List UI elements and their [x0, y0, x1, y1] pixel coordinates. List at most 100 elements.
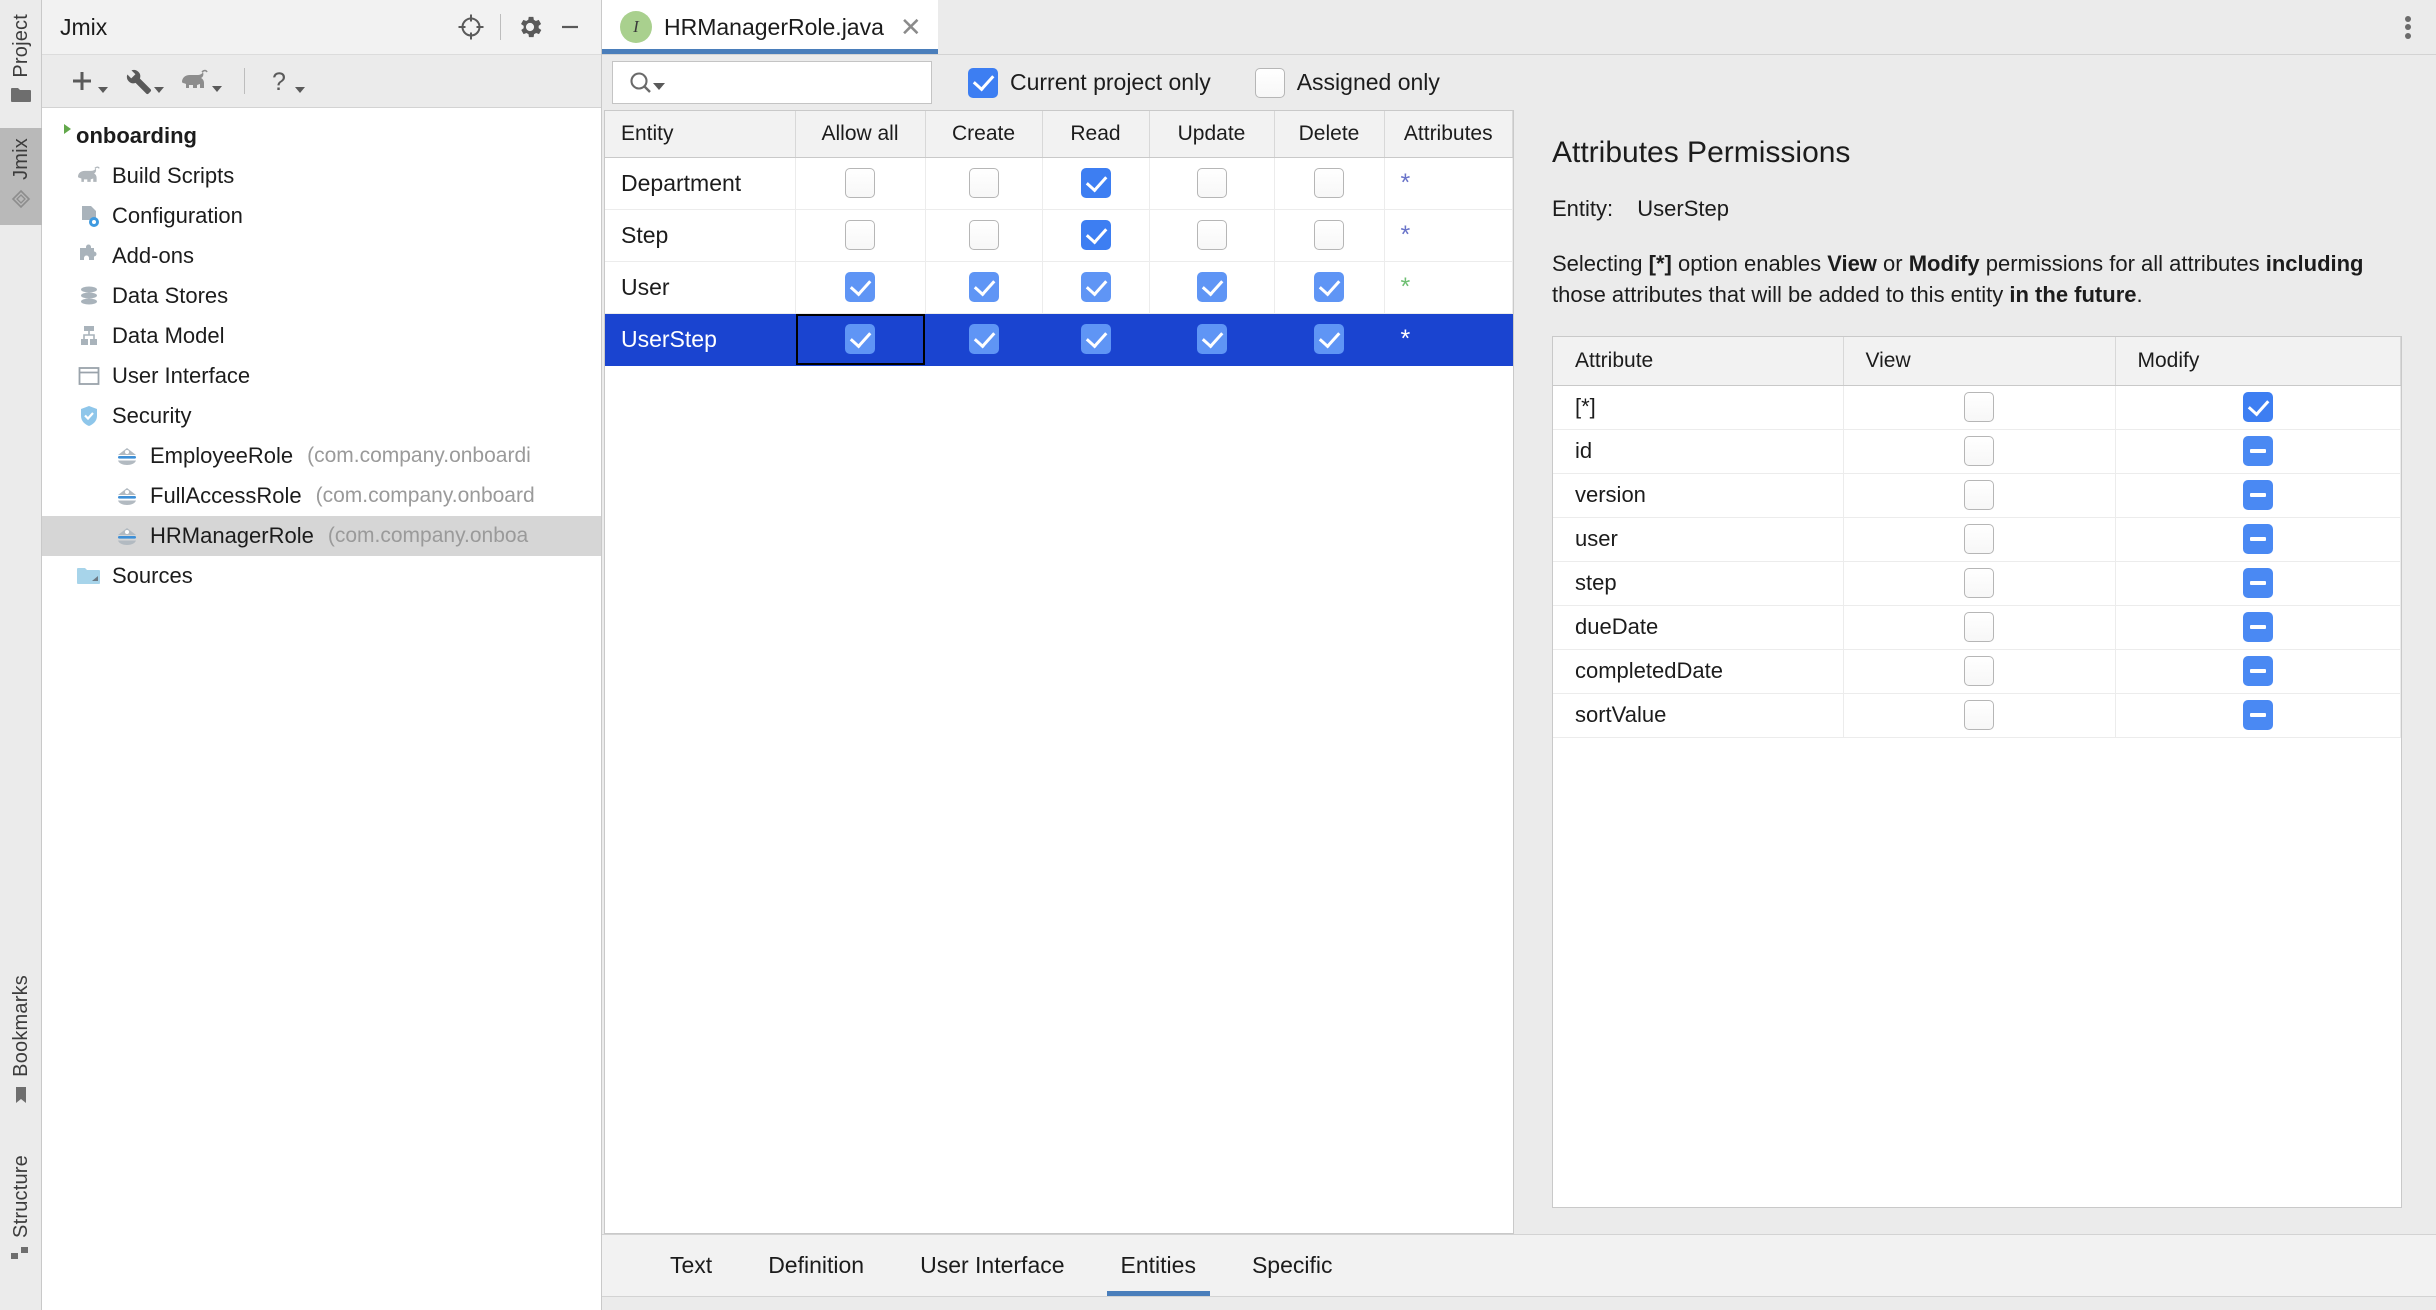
column-header-create[interactable]: Create: [925, 111, 1043, 158]
column-header-view[interactable]: View: [1843, 337, 2116, 386]
cell-read[interactable]: [1042, 209, 1150, 262]
list-item[interactable]: completedDate: [1553, 649, 2401, 694]
cell-attributes[interactable]: *: [1384, 209, 1513, 262]
list-item[interactable]: dueDate: [1553, 605, 2401, 650]
cell-modify[interactable]: [2115, 693, 2401, 738]
cell-modify[interactable]: [2115, 517, 2401, 562]
jmix-panel-title: Jmix: [60, 13, 108, 40]
cell-read[interactable]: [1042, 157, 1150, 210]
close-icon[interactable]: ✕: [900, 14, 922, 40]
cell-view[interactable]: [1843, 649, 2116, 694]
gradle-elephant-icon[interactable]: [174, 64, 228, 98]
cell-view[interactable]: [1843, 693, 2116, 738]
cell-update[interactable]: [1149, 157, 1275, 210]
cell-delete[interactable]: [1274, 209, 1385, 262]
cell-delete[interactable]: [1274, 157, 1385, 210]
column-header-attribute[interactable]: Attribute: [1553, 337, 1844, 386]
tree-item-data-stores[interactable]: Data Stores: [42, 276, 601, 316]
cell-create[interactable]: [925, 261, 1043, 314]
cell-delete[interactable]: [1274, 313, 1385, 366]
tool-tab-structure[interactable]: Structure: [0, 1145, 42, 1275]
cell-delete[interactable]: [1274, 261, 1385, 314]
cell-modify[interactable]: [2115, 429, 2401, 474]
tree-item-build-scripts[interactable]: Build Scripts: [42, 156, 601, 196]
list-item[interactable]: step: [1553, 561, 2401, 606]
cell-view[interactable]: [1843, 473, 2116, 518]
assigned-only-checkbox[interactable]: Assigned only: [1254, 67, 1440, 98]
cell-update[interactable]: [1149, 209, 1275, 262]
cell-allow-all[interactable]: [795, 209, 926, 262]
tree-item-full-access-role[interactable]: FullAccessRole (com.company.onboard: [42, 476, 601, 516]
cell-view[interactable]: [1843, 385, 2116, 430]
cell-modify[interactable]: [2115, 605, 2401, 650]
cell-update[interactable]: [1149, 261, 1275, 314]
cell-read[interactable]: [1042, 313, 1150, 366]
tree-item-add-ons[interactable]: Add-ons: [42, 236, 601, 276]
list-item[interactable]: [*]: [1553, 385, 2401, 430]
cell-attributes[interactable]: *: [1384, 313, 1513, 366]
tree-item-onboarding[interactable]: onboarding: [42, 116, 601, 156]
list-item[interactable]: user: [1553, 517, 2401, 562]
cell-modify[interactable]: [2115, 385, 2401, 430]
tool-tab-project[interactable]: Project: [0, 4, 42, 119]
column-header-attributes[interactable]: Attributes: [1384, 111, 1513, 158]
locate-target-icon[interactable]: [454, 10, 488, 44]
table-row[interactable]: Department *: [605, 157, 1513, 210]
tree-item-label: onboarding: [76, 123, 197, 148]
tab-user-interface[interactable]: User Interface: [892, 1235, 1092, 1296]
current-project-only-checkbox[interactable]: Current project only: [968, 67, 1211, 98]
tree-item-security[interactable]: Security: [42, 396, 601, 436]
cell-read[interactable]: [1042, 261, 1150, 314]
cell-allow-all[interactable]: [795, 157, 926, 210]
cell-modify[interactable]: [2115, 561, 2401, 606]
list-item[interactable]: sortValue: [1553, 693, 2401, 738]
wrench-icon[interactable]: [118, 63, 170, 99]
cell-attributes[interactable]: *: [1384, 157, 1513, 210]
cell-view[interactable]: [1843, 517, 2116, 562]
column-header-update[interactable]: Update: [1149, 111, 1275, 158]
list-item[interactable]: id: [1553, 429, 2401, 474]
cell-view[interactable]: [1843, 561, 2116, 606]
cell-create[interactable]: [925, 209, 1043, 262]
tree-item-sources[interactable]: Sources: [42, 556, 601, 596]
help-question-icon[interactable]: ?: [261, 63, 311, 99]
tab-entities[interactable]: Entities: [1093, 1235, 1224, 1296]
tool-tab-jmix[interactable]: Jmix: [0, 128, 42, 225]
tree-item-configuration[interactable]: Configuration: [42, 196, 601, 236]
column-header-modify[interactable]: Modify: [2115, 337, 2401, 386]
list-item[interactable]: version: [1553, 473, 2401, 518]
cell-create[interactable]: [925, 157, 1043, 210]
chevron-down-icon[interactable]: [653, 83, 665, 90]
tree-item-user-interface[interactable]: User Interface: [42, 356, 601, 396]
cell-attributes[interactable]: *: [1384, 261, 1513, 314]
table-row[interactable]: UserStep *: [605, 313, 1513, 366]
gear-icon[interactable]: [513, 10, 547, 44]
tree-item-employee-role[interactable]: EmployeeRole (com.company.onboardi: [42, 436, 601, 476]
plus-icon[interactable]: [62, 63, 114, 99]
cell-update[interactable]: [1149, 313, 1275, 366]
table-row[interactable]: Step *: [605, 209, 1513, 262]
tree-item-hr-manager-role[interactable]: HRManagerRole (com.company.onboa: [42, 516, 601, 556]
editor-tab-hrmanagerrole[interactable]: I HRManagerRole.java ✕: [602, 0, 938, 54]
search-input[interactable]: [612, 61, 932, 104]
minimize-icon[interactable]: [553, 10, 587, 44]
more-options-icon[interactable]: [2380, 0, 2436, 54]
tool-tab-bookmarks[interactable]: Bookmarks: [0, 965, 42, 1120]
cell-modify[interactable]: [2115, 649, 2401, 694]
cell-allow-all[interactable]: [795, 313, 926, 366]
column-header-delete[interactable]: Delete: [1274, 111, 1385, 158]
cell-view[interactable]: [1843, 605, 2116, 650]
tree-item-data-model[interactable]: Data Model: [42, 316, 601, 356]
cell-view[interactable]: [1843, 429, 2116, 474]
tab-specific[interactable]: Specific: [1224, 1235, 1361, 1296]
table-row[interactable]: User *: [605, 261, 1513, 314]
jmix-project-tree[interactable]: onboarding Build Scripts Configuration A…: [42, 108, 601, 1310]
cell-modify[interactable]: [2115, 473, 2401, 518]
tab-text[interactable]: Text: [642, 1235, 740, 1296]
column-header-allow-all[interactable]: Allow all: [795, 111, 926, 158]
column-header-entity[interactable]: Entity: [605, 111, 796, 158]
tab-definition[interactable]: Definition: [740, 1235, 892, 1296]
cell-allow-all[interactable]: [795, 261, 926, 314]
cell-create[interactable]: [925, 313, 1043, 366]
column-header-read[interactable]: Read: [1042, 111, 1150, 158]
